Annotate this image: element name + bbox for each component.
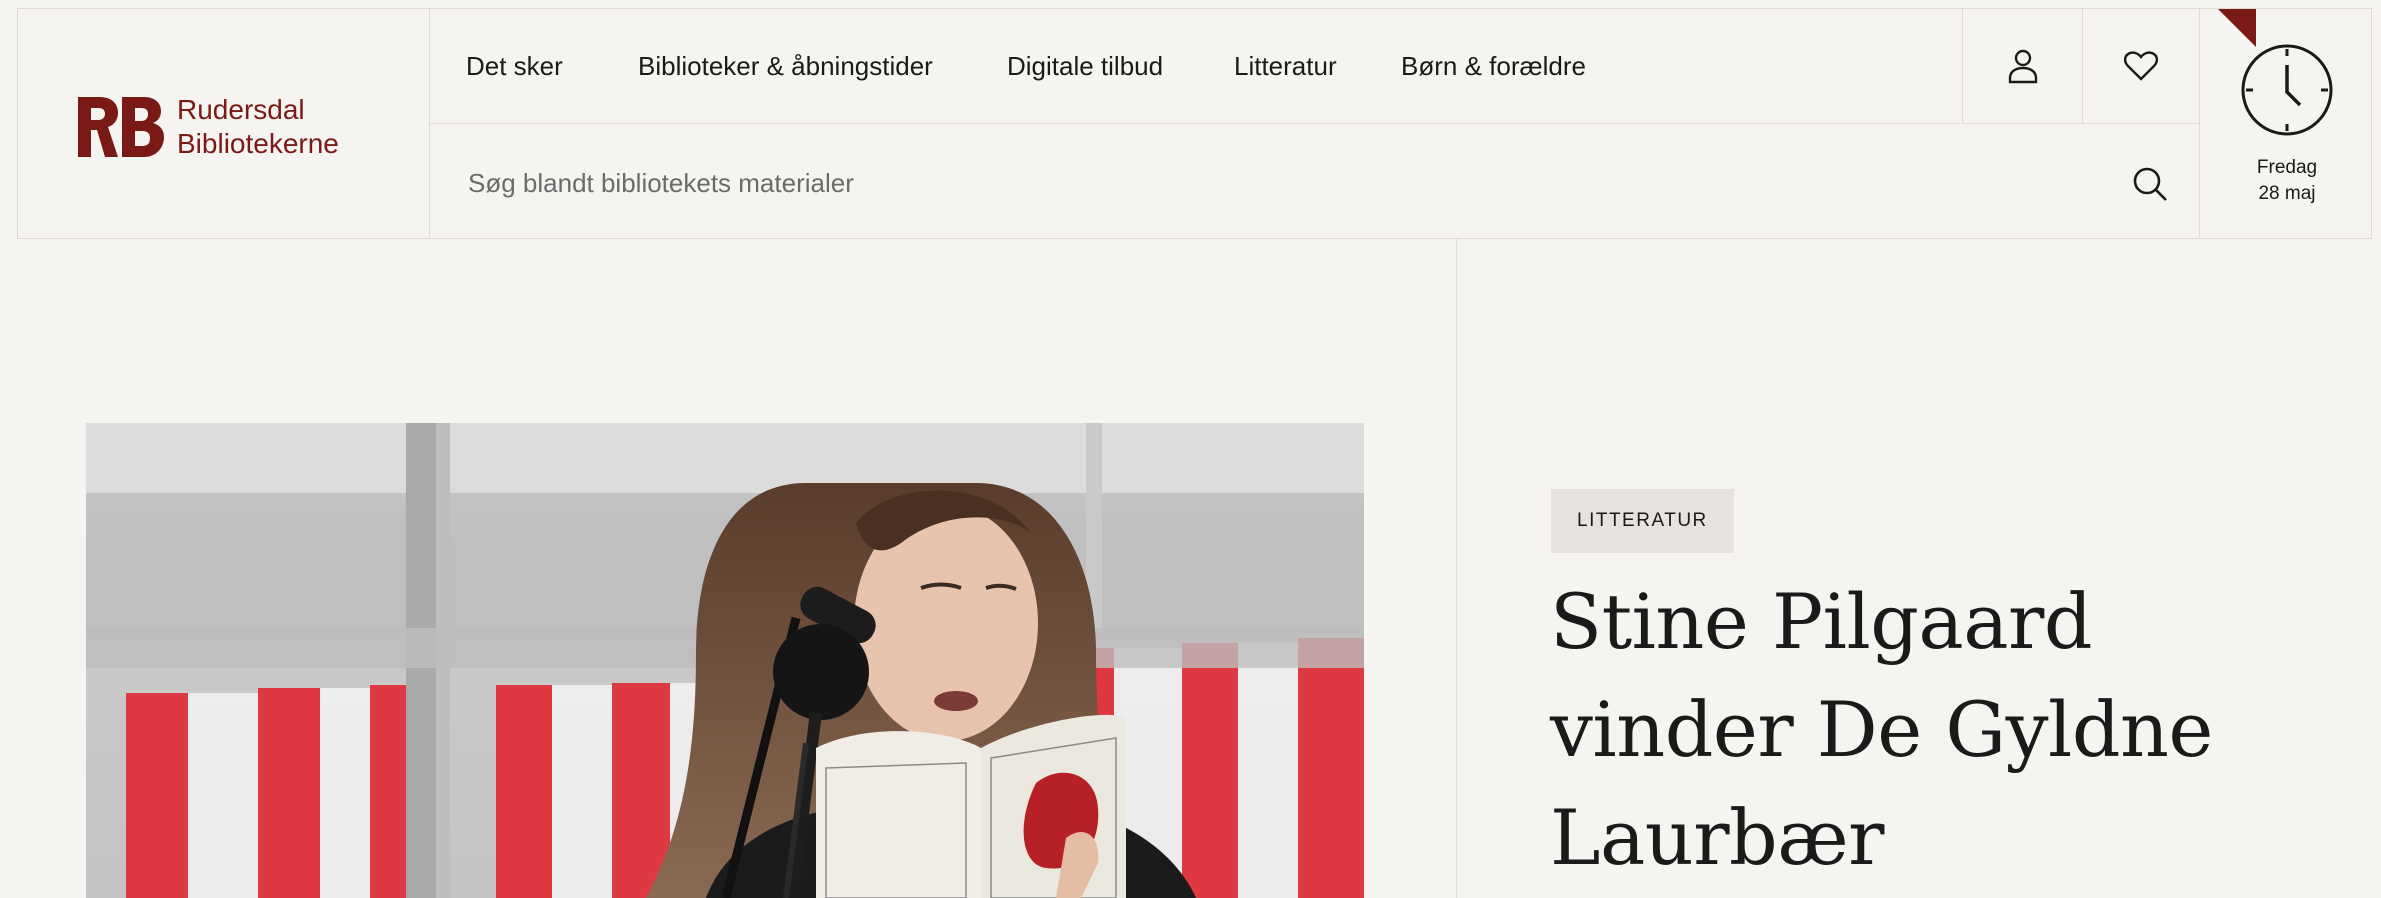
nav-item-det-sker[interactable]: Det sker [466,51,563,82]
hero-photo [86,423,1364,898]
search-input[interactable] [466,164,2070,202]
search-icon[interactable] [2130,164,2170,204]
nav-item-digitale-tilbud[interactable]: Digitale tilbud [1007,51,1163,82]
site-header: Rudersdal Bibliotekerne Det sker Bibliot… [17,8,2373,239]
heart-icon [2124,51,2158,81]
main-nav: Det sker Biblioteker & åbningstider Digi… [430,9,1960,124]
opening-date: 28 maj [2258,183,2316,204]
nav-item-biblioteker[interactable]: Biblioteker & åbningstider [638,51,933,82]
category-tag[interactable]: LITTERATUR [1551,489,1734,553]
logo-text-line1: Rudersdal [177,94,305,125]
opening-hours-widget[interactable]: Fredag 28 maj [2199,9,2373,239]
search-bar [430,124,2216,239]
clock-icon [2241,44,2333,136]
logo-text: Rudersdal Bibliotekerne [177,93,339,161]
user-icon [2008,49,2037,84]
user-button[interactable] [1962,9,2082,124]
logo-text-line2: Bibliotekerne [177,128,339,159]
favorites-button[interactable] [2082,9,2199,124]
logo-link[interactable]: Rudersdal Bibliotekerne [18,9,430,239]
opening-day: Fredag [2256,157,2318,178]
content-divider [1456,239,1457,898]
hero-image [86,423,1364,898]
page: Rudersdal Bibliotekerne Det sker Bibliot… [0,0,2381,898]
corner-accent [2218,9,2256,47]
header-divider [17,238,2372,239]
nav-item-litteratur[interactable]: Litteratur [1234,51,1337,82]
article-title: Stine Pilgaard vinder De Gyldne Laurbær [1550,577,2213,882]
nav-item-born-foraeldre[interactable]: Børn & forældre [1401,51,1586,82]
logo-mark [78,97,164,157]
